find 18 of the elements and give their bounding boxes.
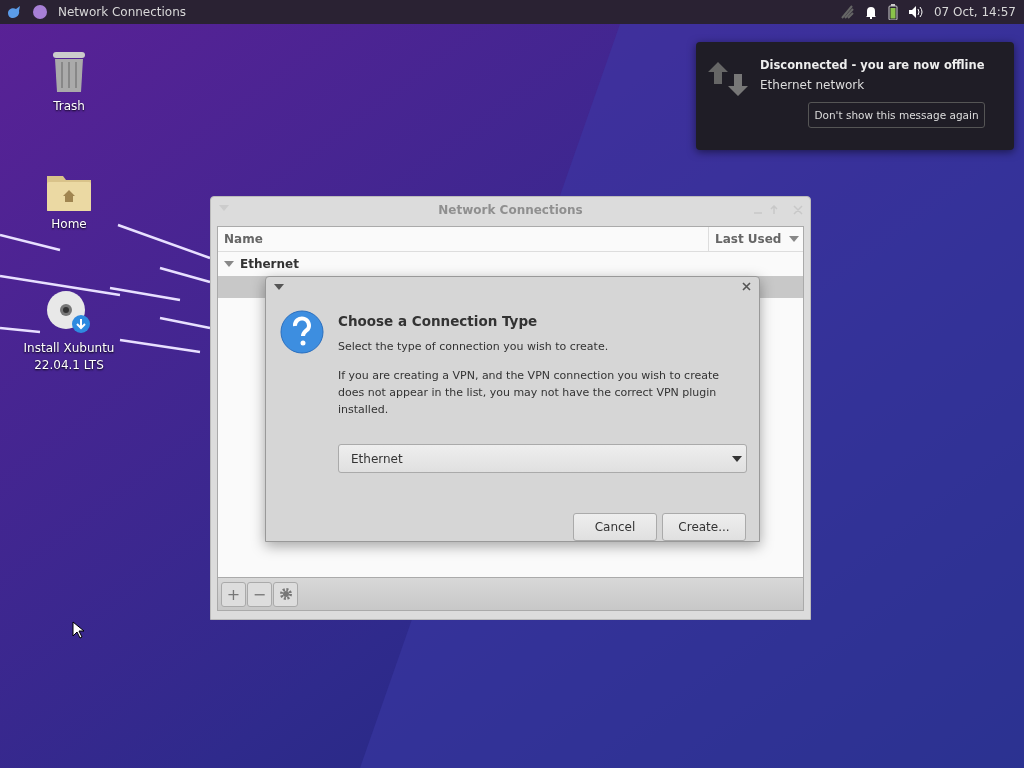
dialog-title: Choose a Connection Type bbox=[338, 313, 539, 329]
connection-type-select[interactable]: Ethernet bbox=[338, 444, 747, 473]
desktop-icon-label[interactable]: Trash bbox=[21, 98, 117, 115]
desktop-icon-label[interactable]: Home bbox=[21, 216, 117, 233]
dismiss-button[interactable]: Don't show this message again bbox=[808, 102, 985, 128]
column-header[interactable]: Name bbox=[218, 227, 708, 251]
window-title: Network Connections bbox=[438, 202, 583, 217]
create-button[interactable]: Create... bbox=[662, 513, 746, 541]
cancel-button[interactable]: Cancel bbox=[573, 513, 657, 541]
column-header[interactable]: Last Used bbox=[708, 227, 803, 251]
dialog-subtitle: Select the type of connection you wish to create. bbox=[338, 339, 610, 355]
group-label[interactable]: Ethernet bbox=[240, 257, 299, 271]
dialog-text: If you are creating a VPN, and the VPN connection you wish to create does not appear in the list, you may not have the correct VPN plugin installed. bbox=[338, 368, 721, 418]
notification-title: Disconnected - you are now offline bbox=[760, 58, 985, 72]
clock[interactable]: 07 Oct, 14:57 bbox=[933, 5, 1016, 19]
notification-body: Ethernet network bbox=[760, 78, 865, 92]
desktop-icon-label[interactable]: Install Xubuntu 22.04.1 LTS bbox=[21, 340, 117, 374]
window-button[interactable]: Network Connections bbox=[58, 5, 187, 19]
